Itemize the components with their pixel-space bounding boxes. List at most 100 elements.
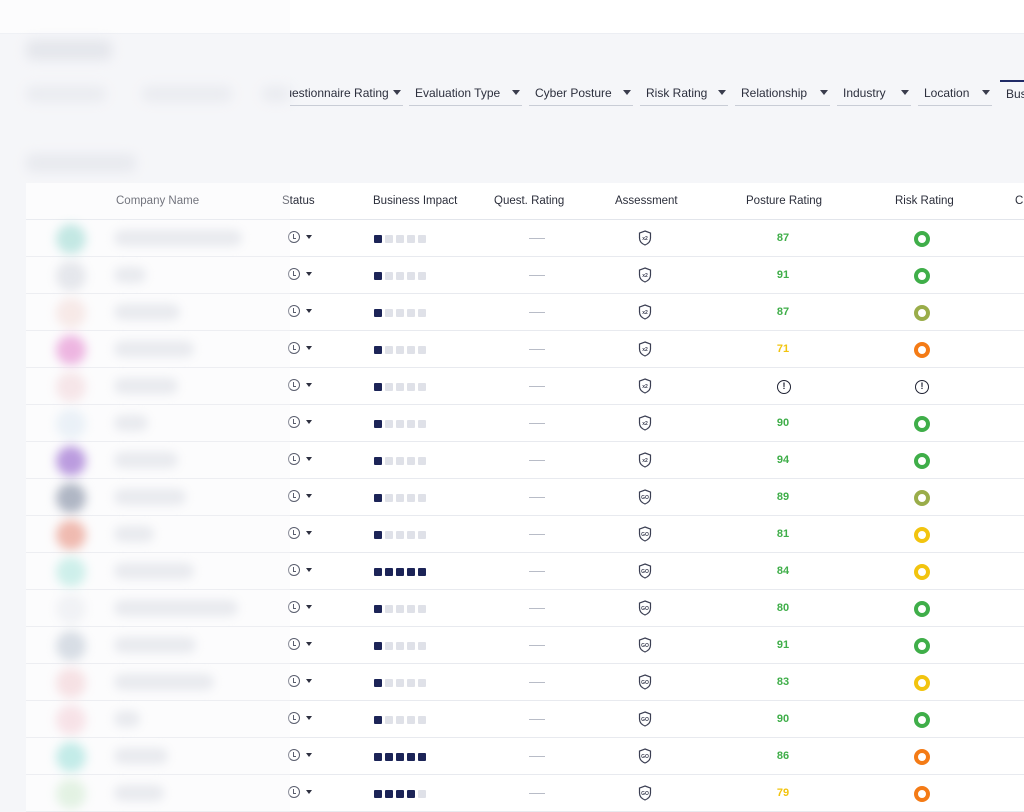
status-dropdown[interactable]	[288, 712, 312, 724]
risk-rating-indicator[interactable]	[914, 601, 930, 617]
posture-rating-value[interactable]: 94	[766, 454, 800, 466]
filter-risk-rating[interactable]: Risk Rating	[640, 80, 728, 106]
x2-shield-icon[interactable]: x2	[638, 267, 652, 283]
go-shield-icon[interactable]: GO	[638, 785, 652, 801]
table-row[interactable]: GO 81	[26, 516, 1024, 553]
filter-location[interactable]: Location	[918, 80, 992, 106]
posture-rating-value[interactable]: 83	[766, 676, 800, 688]
risk-rating-indicator[interactable]	[914, 305, 930, 321]
x2-shield-icon[interactable]: x2	[638, 415, 652, 431]
posture-rating-value[interactable]: 87	[766, 232, 800, 244]
column-status[interactable]: Status	[282, 195, 315, 207]
posture-rating-value[interactable]: 90	[766, 417, 800, 429]
x2-shield-icon[interactable]: x2	[638, 304, 652, 320]
posture-rating-value[interactable]: 84	[766, 565, 800, 577]
risk-rating-indicator[interactable]	[914, 268, 930, 284]
status-dropdown[interactable]	[288, 416, 312, 428]
table-row[interactable]: x2!!	[26, 368, 1024, 405]
go-shield-icon[interactable]: GO	[638, 489, 652, 505]
status-dropdown[interactable]	[288, 749, 312, 761]
status-dropdown[interactable]	[288, 786, 312, 798]
company-name-redacted[interactable]	[114, 637, 196, 653]
status-dropdown[interactable]	[288, 564, 312, 576]
risk-rating-indicator[interactable]	[914, 564, 930, 580]
status-dropdown[interactable]	[288, 638, 312, 650]
filter-redacted-3[interactable]	[262, 86, 290, 102]
risk-rating-indicator[interactable]	[914, 231, 930, 247]
status-dropdown[interactable]	[288, 675, 312, 687]
table-row[interactable]: GO 84	[26, 553, 1024, 590]
status-dropdown[interactable]	[288, 527, 312, 539]
company-name-redacted[interactable]	[114, 378, 178, 394]
company-name-redacted[interactable]	[114, 489, 186, 505]
x2-shield-icon[interactable]: x2	[638, 230, 652, 246]
table-row[interactable]: GO 91	[26, 627, 1024, 664]
warning-icon[interactable]: !	[777, 380, 791, 394]
table-row[interactable]: x2 91	[26, 257, 1024, 294]
table-row[interactable]: GO 83	[26, 664, 1024, 701]
go-shield-icon[interactable]: GO	[638, 600, 652, 616]
filter-relationship[interactable]: Relationship	[735, 80, 830, 106]
company-name-redacted[interactable]	[114, 748, 168, 764]
column-business-impact[interactable]: Business Impact	[373, 195, 457, 207]
filter-evaluation-type[interactable]: Evaluation Type	[409, 80, 522, 106]
table-row[interactable]: GO 79	[26, 775, 1024, 812]
go-shield-icon[interactable]: GO	[638, 526, 652, 542]
posture-rating-value[interactable]: 87	[766, 306, 800, 318]
go-shield-icon[interactable]: GO	[638, 748, 652, 764]
company-name-redacted[interactable]	[114, 267, 146, 283]
column-posture-rating[interactable]: Posture Rating	[746, 195, 822, 207]
status-dropdown[interactable]	[288, 453, 312, 465]
table-row[interactable]: GO 90	[26, 701, 1024, 738]
company-name-redacted[interactable]	[114, 674, 214, 690]
risk-rating-indicator[interactable]	[914, 527, 930, 543]
table-row[interactable]: x2 90	[26, 405, 1024, 442]
status-dropdown[interactable]	[288, 231, 312, 243]
risk-rating-indicator[interactable]: !	[914, 379, 930, 395]
table-row[interactable]: x2 71	[26, 331, 1024, 368]
risk-rating-indicator[interactable]	[914, 675, 930, 691]
risk-rating-indicator[interactable]	[914, 490, 930, 506]
risk-rating-indicator[interactable]	[914, 786, 930, 802]
posture-rating-value[interactable]: 91	[766, 639, 800, 651]
status-dropdown[interactable]	[288, 268, 312, 280]
company-name-redacted[interactable]	[114, 341, 194, 357]
status-dropdown[interactable]	[288, 342, 312, 354]
risk-rating-indicator[interactable]	[914, 638, 930, 654]
column-company-name[interactable]: Company Name	[116, 195, 199, 207]
filter-cyber-posture[interactable]: Cyber Posture	[529, 80, 633, 106]
table-row[interactable]: x2 87	[26, 294, 1024, 331]
filter-redacted-2[interactable]	[142, 86, 232, 102]
risk-rating-indicator[interactable]	[914, 712, 930, 728]
posture-rating-value[interactable]: 79	[766, 787, 800, 799]
company-name-redacted[interactable]	[114, 230, 242, 246]
company-name-redacted[interactable]	[114, 415, 148, 431]
x2-shield-icon[interactable]: x2	[638, 452, 652, 468]
risk-rating-indicator[interactable]	[914, 453, 930, 469]
status-dropdown[interactable]	[288, 379, 312, 391]
posture-rating-value[interactable]: 90	[766, 713, 800, 725]
risk-rating-indicator[interactable]	[914, 342, 930, 358]
column-quest-rating[interactable]: Quest. Rating	[494, 195, 564, 207]
go-shield-icon[interactable]: GO	[638, 637, 652, 653]
status-dropdown[interactable]	[288, 490, 312, 502]
filter-industry[interactable]: Industry	[837, 80, 911, 106]
company-name-redacted[interactable]	[114, 304, 180, 320]
posture-rating-value[interactable]: 81	[766, 528, 800, 540]
x2-shield-icon[interactable]: x2	[638, 378, 652, 394]
posture-rating-value[interactable]: 71	[766, 343, 800, 355]
risk-rating-indicator[interactable]	[914, 749, 930, 765]
table-row[interactable]: GO 86	[26, 738, 1024, 775]
table-row[interactable]: x2 94	[26, 442, 1024, 479]
status-dropdown[interactable]	[288, 601, 312, 613]
company-name-redacted[interactable]	[114, 600, 238, 616]
risk-rating-indicator[interactable]	[914, 416, 930, 432]
go-shield-icon[interactable]: GO	[638, 711, 652, 727]
posture-rating-value[interactable]: 89	[766, 491, 800, 503]
company-name-redacted[interactable]	[114, 711, 140, 727]
table-row[interactable]: GO 89	[26, 479, 1024, 516]
company-name-redacted[interactable]	[114, 452, 178, 468]
column-risk-rating[interactable]: Risk Rating	[895, 195, 954, 207]
go-shield-icon[interactable]: GO	[638, 674, 652, 690]
x2-shield-icon[interactable]: x2	[638, 341, 652, 357]
